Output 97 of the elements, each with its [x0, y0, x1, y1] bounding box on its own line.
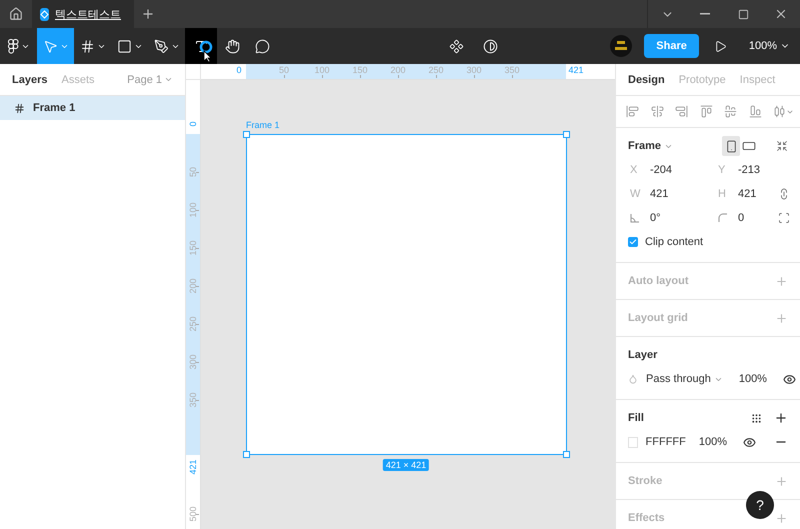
field-value[interactable]: -204	[650, 164, 672, 176]
styles-icon[interactable]	[751, 412, 762, 424]
portrait-icon	[724, 140, 738, 152]
opacity-value[interactable]: 100%	[738, 373, 767, 385]
ruler-label: 421	[188, 459, 198, 475]
distribute-icon[interactable]	[773, 105, 794, 118]
ruler-label: 150	[352, 65, 368, 75]
align-bottom-icon[interactable]	[748, 105, 762, 118]
ruler-label: 50	[188, 167, 198, 177]
ruler-label: 250	[428, 65, 444, 75]
checkbox-label: Clip content	[645, 236, 704, 248]
align-left-icon[interactable]	[626, 105, 639, 118]
ruler-label: 350	[188, 392, 198, 408]
field-value[interactable]: -213	[738, 164, 760, 176]
ruler-label: 100	[188, 202, 198, 218]
diamonds-icon	[449, 38, 464, 54]
panel-tab[interactable]: Design	[628, 74, 665, 86]
align-horizontal-center-icon[interactable]	[650, 105, 664, 118]
ruler-label: 421	[568, 65, 584, 75]
rectangle-icon	[116, 38, 132, 54]
ruler-label: 50	[279, 65, 289, 75]
frame-dropdown[interactable]: Frame	[628, 140, 674, 152]
ruler-label: 150	[188, 240, 198, 256]
ruler-label: 350	[504, 65, 520, 75]
pointer-icon	[42, 38, 58, 54]
tab-title: 텍스트테스트	[55, 8, 121, 22]
plus-icon	[141, 7, 155, 21]
section-title: Stroke	[628, 475, 662, 487]
home-icon	[9, 7, 23, 21]
corner-radius-icon	[718, 213, 728, 223]
text-tool[interactable]	[185, 28, 217, 64]
help-button[interactable]: ?	[746, 491, 774, 519]
maximize-icon	[738, 8, 748, 20]
section-title: Fill	[628, 412, 644, 424]
close-icon	[774, 7, 788, 21]
avatar[interactable]	[610, 35, 632, 57]
field-value[interactable]: 421	[650, 188, 668, 200]
section-title: Auto layout	[628, 275, 688, 287]
field-label: Y	[718, 164, 726, 176]
angle-icon	[630, 213, 640, 223]
ruler-label: 300	[466, 65, 482, 75]
resize-handle[interactable]	[243, 451, 250, 458]
pen-icon	[154, 38, 168, 54]
opacity-value[interactable]: 100%	[698, 436, 727, 448]
landscape-icon	[742, 139, 756, 153]
field-label: H	[718, 188, 727, 200]
minimize-icon	[700, 13, 710, 15]
align-vertical-center-icon[interactable]	[724, 105, 737, 118]
resize-handle[interactable]	[243, 131, 250, 138]
logo-icon	[8, 38, 18, 54]
orientation-button[interactable]	[722, 136, 740, 156]
panel-tab[interactable]: Layers	[12, 74, 48, 86]
section-title: Layer	[628, 349, 658, 361]
comment-icon	[254, 38, 270, 54]
layer-name: Frame 1	[33, 102, 76, 114]
align-right-icon[interactable]	[675, 105, 688, 118]
color-swatch[interactable]	[628, 436, 638, 448]
constrain-proportions-icon[interactable]	[778, 188, 790, 200]
frame-icon	[80, 38, 94, 54]
hand-icon	[224, 38, 240, 54]
click-ring-icon	[199, 40, 213, 54]
field-value[interactable]: 421	[738, 188, 756, 200]
ruler-label: 0	[236, 65, 242, 75]
eye-icon[interactable]	[782, 372, 796, 386]
independent-corners-icon[interactable]	[778, 212, 790, 224]
field-value[interactable]: 0°	[650, 212, 661, 224]
resize-handle[interactable]	[563, 451, 570, 458]
play-icon	[714, 40, 728, 52]
section-title: Effects	[628, 512, 665, 524]
layer-item[interactable]: Frame 1	[0, 96, 185, 120]
hex-value[interactable]: FFFFFF	[646, 436, 691, 448]
ruler-label: 500	[188, 506, 198, 522]
blend-mode-dropdown[interactable]: Pass through	[646, 373, 723, 385]
resize-to-fit-icon[interactable]	[776, 140, 788, 152]
resize-handle[interactable]	[563, 131, 570, 138]
caret-icon	[164, 75, 173, 84]
file-icon	[40, 8, 49, 20]
ruler-label: 250	[188, 316, 198, 332]
ruler-label: 0	[188, 122, 198, 126]
blend-icon	[628, 374, 638, 384]
section-title: Layout grid	[628, 312, 688, 324]
field-value[interactable]: 0	[738, 212, 744, 224]
ruler-label: 100	[314, 65, 330, 75]
file-tab[interactable]: 텍스트테스트	[32, 0, 134, 28]
ruler-label: 200	[188, 278, 198, 294]
ruler-label: 200	[390, 65, 406, 75]
field-label: W	[630, 188, 640, 200]
checkbox[interactable]	[628, 237, 638, 247]
half-circle-icon	[483, 38, 498, 54]
eye-icon[interactable]	[743, 436, 756, 448]
add-icon[interactable]	[774, 411, 788, 425]
field-label: X	[630, 164, 638, 176]
align-top-icon[interactable]	[700, 105, 712, 118]
frame-icon	[14, 102, 25, 114]
zoom-dropdown[interactable]: 100%	[742, 28, 800, 64]
size-badge: 421 × 421	[382, 459, 430, 471]
ruler-label: 300	[188, 354, 198, 370]
